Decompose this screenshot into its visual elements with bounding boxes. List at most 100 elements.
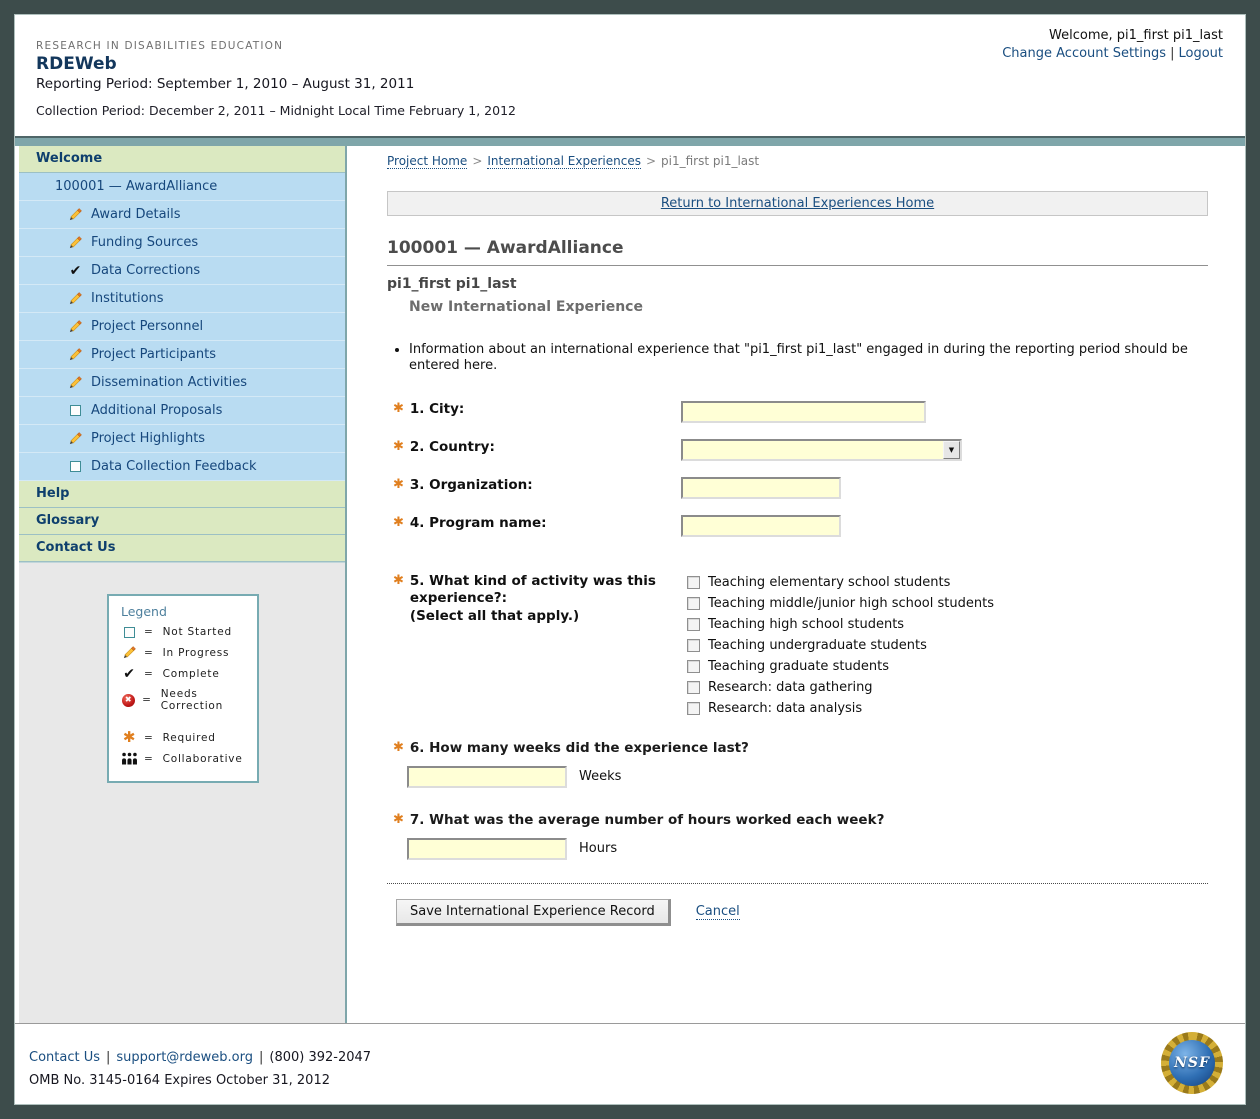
question-program-name-row: ✱ 4. Program name: <box>387 515 1208 537</box>
activity-option-teaching-elementary-school-students[interactable]: Teaching elementary school students <box>687 575 994 590</box>
country-select[interactable]: ▼ <box>681 439 962 461</box>
checkbox-icon[interactable] <box>687 702 700 715</box>
logout-link[interactable]: Logout <box>1178 46 1223 61</box>
pencil-icon <box>68 235 83 250</box>
sidebar-item-contact-us[interactable]: Contact Us <box>19 535 345 562</box>
sidebar-item-project-participants[interactable]: Project Participants <box>19 341 345 369</box>
footer: Contact Us|support@rdeweb.org|(800) 392-… <box>15 1023 1245 1104</box>
q5-options: Teaching elementary school students Teach… <box>681 573 994 716</box>
legend-item-in-progress: =In Progress <box>121 645 253 660</box>
sidebar-item-project-highlights[interactable]: Project Highlights <box>19 425 345 453</box>
legend-item-label: In Progress <box>163 647 230 659</box>
legend-item-label: Required <box>163 732 216 744</box>
legend-items: =Not Started=In Progress✔=Complete✖=Need… <box>121 626 253 765</box>
save-international-experience-button[interactable]: Save International Experience Record <box>396 899 671 926</box>
activity-option-teaching-undergraduate-students[interactable]: Teaching undergraduate students <box>687 638 994 653</box>
required-asterisk-icon: ✱ <box>393 477 404 495</box>
hours-input-row: Hours <box>407 838 1208 860</box>
sidebar-item-label: Award Details <box>91 207 181 222</box>
info-bullet: Information about an international exper… <box>409 342 1202 375</box>
sidebar-item-data-corrections[interactable]: ✔Data Corrections <box>19 257 345 285</box>
required-asterisk-icon: ✱ <box>393 401 404 419</box>
question-country-label: ✱ 2. Country: <box>387 439 681 457</box>
question-country-row: ✱ 2. Country: ▼ <box>387 439 1208 461</box>
activity-option-teaching-high-school-students[interactable]: Teaching high school students <box>687 617 994 632</box>
sidebar: Welcome 100001 — AwardAlliance Award Det… <box>15 146 347 1023</box>
nsf-logo-globe: NSF <box>1169 1040 1215 1086</box>
sidebar-item-dissemination-activities[interactable]: Dissemination Activities <box>19 369 345 397</box>
sidebar-item-help[interactable]: Help <box>19 481 345 508</box>
header-divider-band <box>15 136 1245 146</box>
hours-input[interactable] <box>407 838 567 860</box>
question-organization-label: ✱ 3. Organization: <box>387 477 681 495</box>
activity-option-teaching-graduate-students[interactable]: Teaching graduate students <box>687 659 994 674</box>
not-started-square-icon <box>70 405 81 416</box>
site-eyebrow: RESEARCH IN DISABILITIES EDUCATION <box>36 40 283 52</box>
sidebar-item-institutions[interactable]: Institutions <box>19 285 345 313</box>
checkbox-icon[interactable] <box>687 660 700 673</box>
legend-item-complete: ✔=Complete <box>121 667 253 681</box>
sidebar-item-label: Project Highlights <box>91 431 205 446</box>
question-city-label: ✱ 1. City: <box>387 401 681 419</box>
reporting-period: Reporting Period: September 1, 2010 – Au… <box>36 76 414 92</box>
chevron-down-icon[interactable]: ▼ <box>943 441 960 459</box>
question-program-name-label: ✱ 4. Program name: <box>387 515 681 533</box>
sidebar-item-award[interactable]: 100001 — AwardAlliance <box>19 173 345 201</box>
checkbox-icon[interactable] <box>687 597 700 610</box>
sidebar-item-additional-proposals[interactable]: Additional Proposals <box>19 397 345 425</box>
checkbox-label: Teaching undergraduate students <box>708 638 927 653</box>
pi-name: pi1_first pi1_last <box>387 276 1208 292</box>
form-actions: Save International Experience Record Can… <box>387 899 1208 926</box>
weeks-input[interactable] <box>407 766 567 788</box>
checkbox-label: Teaching elementary school students <box>708 575 950 590</box>
checkbox-icon[interactable] <box>687 639 700 652</box>
breadcrumb: Project Home>International Experiences>p… <box>387 154 1208 168</box>
breadcrumb-separator: > <box>472 154 482 168</box>
required-asterisk-icon: ✱ <box>393 515 404 533</box>
legend-item-label: Collaborative <box>163 753 243 765</box>
people-icon <box>121 752 138 765</box>
city-input[interactable] <box>681 401 926 423</box>
not-started-square-icon <box>70 461 81 472</box>
activity-option-research-data-analysis[interactable]: Research: data analysis <box>687 701 994 716</box>
breadcrumb-international-experiences-link[interactable]: International Experiences <box>487 154 641 169</box>
sidebar-item-data-collection-feedback[interactable]: Data Collection Feedback <box>19 453 345 481</box>
legend-item-not-started: =Not Started <box>121 626 253 638</box>
footer-email-link[interactable]: support@rdeweb.org <box>116 1050 253 1065</box>
sidebar-item-label: Additional Proposals <box>91 403 222 418</box>
question-weeks-label: ✱ 6. How many weeks did the experience l… <box>387 740 1208 756</box>
footer-contact-us-link[interactable]: Contact Us <box>29 1050 100 1065</box>
sidebar-item-glossary[interactable]: Glossary <box>19 508 345 535</box>
organization-input[interactable] <box>681 477 841 499</box>
question-city-row: ✱ 1. City: <box>387 401 1208 423</box>
sidebar-item-award-details[interactable]: Award Details <box>19 201 345 229</box>
sidebar-item-label: Data Collection Feedback <box>91 459 257 474</box>
breadcrumb-project-home-link[interactable]: Project Home <box>387 154 467 169</box>
pencil-icon <box>68 319 83 334</box>
legend-item-label: Complete <box>163 668 220 680</box>
checkbox-icon[interactable] <box>687 618 700 631</box>
checkbox-label: Teaching graduate students <box>708 659 889 674</box>
change-account-settings-link[interactable]: Change Account Settings <box>1002 46 1166 61</box>
header-links-divider: | <box>1170 46 1174 61</box>
weeks-unit-label: Weeks <box>579 769 621 784</box>
sidebar-nav-items: Award Details Funding Sources✔Data Correc… <box>19 201 345 481</box>
program-name-input[interactable] <box>681 515 841 537</box>
cancel-link[interactable]: Cancel <box>696 904 740 920</box>
required-asterisk-icon: ✱ <box>393 812 404 828</box>
checkbox-label: Research: data gathering <box>708 680 873 695</box>
checkbox-icon[interactable] <box>687 576 700 589</box>
return-to-international-experiences-link[interactable]: Return to International Experiences Home <box>661 196 934 211</box>
sidebar-item-welcome[interactable]: Welcome <box>19 146 345 173</box>
activity-option-teaching-middle-junior-high-school-students[interactable]: Teaching middle/junior high school stude… <box>687 596 994 611</box>
sidebar-item-project-personnel[interactable]: Project Personnel <box>19 313 345 341</box>
checkbox-icon[interactable] <box>687 681 700 694</box>
not-started-square-icon <box>124 627 135 638</box>
pencil-icon <box>68 207 83 222</box>
legend-item-collaborative: =Collaborative <box>121 752 253 765</box>
sidebar-item-funding-sources[interactable]: Funding Sources <box>19 229 345 257</box>
welcome-user-text: Welcome, pi1_first pi1_last <box>1002 28 1223 43</box>
pencil-icon <box>68 375 83 390</box>
legend-item-required: ✱=Required <box>121 730 253 745</box>
activity-option-research-data-gathering[interactable]: Research: data gathering <box>687 680 994 695</box>
